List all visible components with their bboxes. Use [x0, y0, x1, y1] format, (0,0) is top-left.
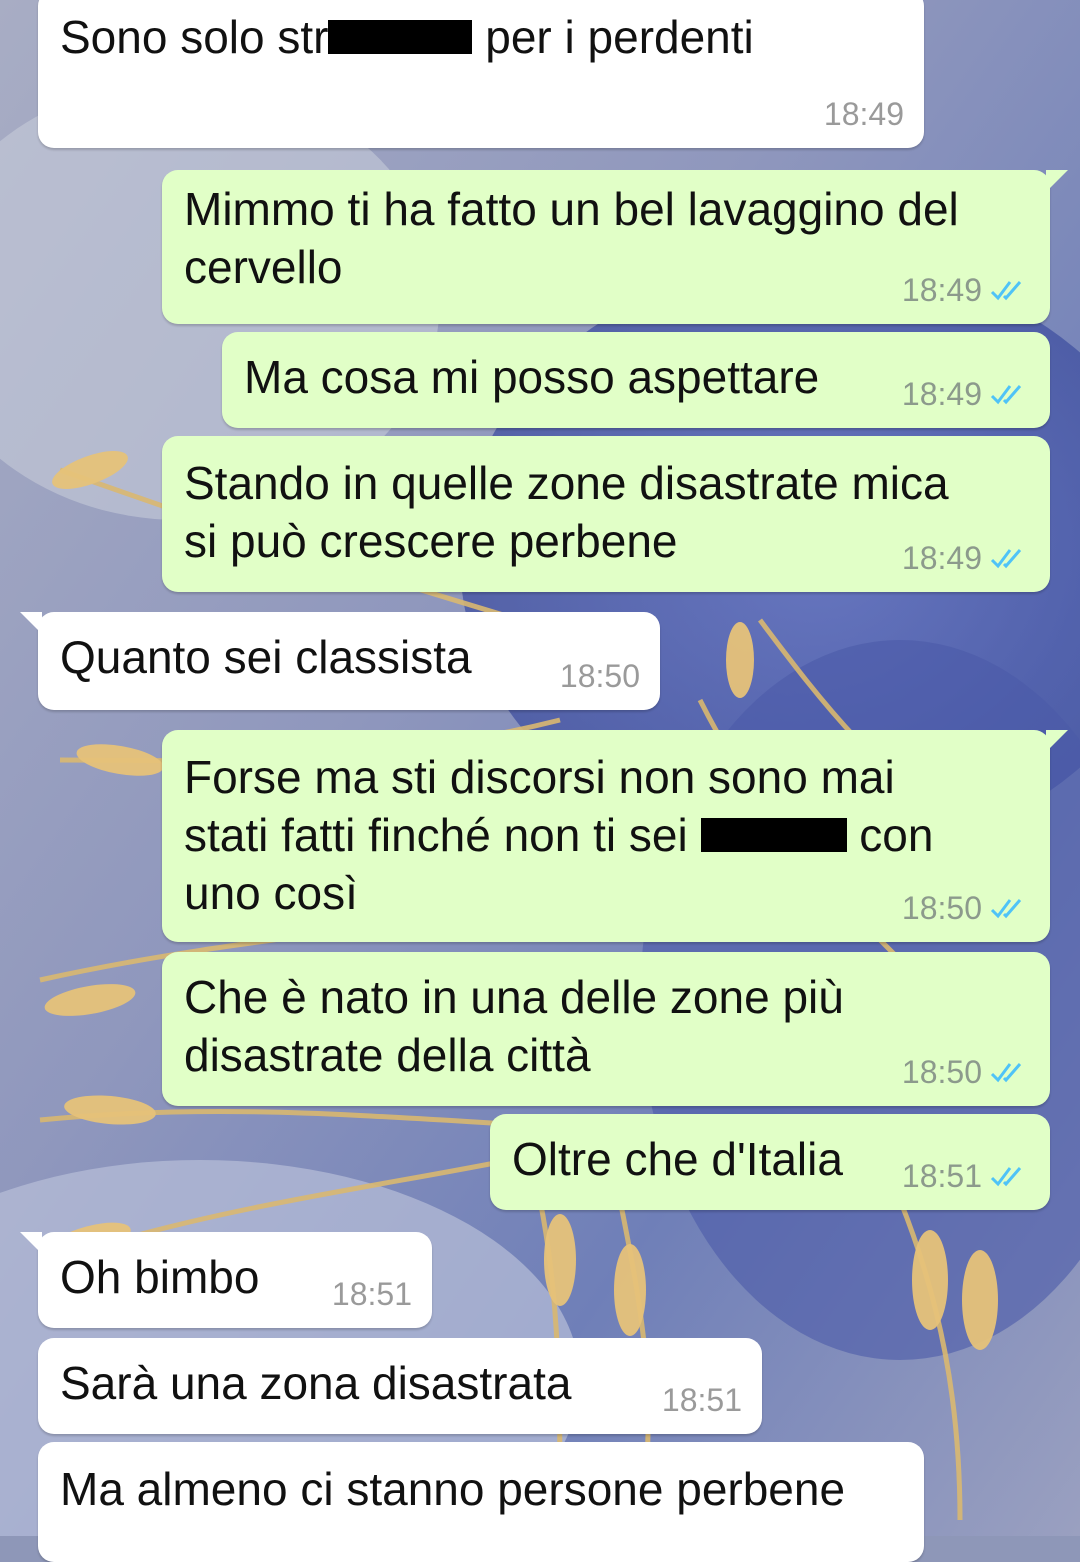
- message-incoming[interactable]: Sarà una zona disastrata 18:51: [38, 1338, 762, 1434]
- double-check-read-icon: [990, 899, 1022, 919]
- double-check-read-icon: [990, 1063, 1022, 1083]
- message-outgoing[interactable]: Mimmo ti ha fatto un bel lavaggino del ce…: [162, 170, 1068, 324]
- message-text: Sono solo str per i perdenti: [60, 11, 754, 63]
- message-timestamp: 18:50: [901, 1054, 982, 1090]
- message-timestamp: 18:49: [901, 272, 982, 308]
- message-timestamp: 18:51: [661, 1382, 742, 1418]
- message-text: Oltre che d'Italia: [512, 1133, 843, 1185]
- message-text: Sarà una zona disastrata: [60, 1357, 572, 1409]
- bubble-tail: [20, 612, 42, 634]
- bubble-tail: [1046, 730, 1068, 752]
- message-text: Ma almeno ci stanno persone perbene: [60, 1463, 846, 1515]
- message-list[interactable]: Sono solo str per i perdenti 18:49 Mimmo…: [0, 0, 1080, 1562]
- message-text: Che è nato in una delle zone più disastra…: [184, 971, 844, 1081]
- message-timestamp: 18:49: [901, 540, 982, 576]
- double-check-read-icon: [990, 549, 1022, 569]
- message-text: Oh bimbo: [60, 1251, 260, 1303]
- message-outgoing[interactable]: Che è nato in una delle zone più disastra…: [162, 952, 1050, 1106]
- message-meta: 18:50: [902, 1054, 1030, 1090]
- bubble-tail: [1046, 170, 1068, 192]
- message-incoming[interactable]: Oh bimbo 18:51: [20, 1232, 432, 1328]
- redaction-bar: [328, 19, 473, 54]
- message-outgoing[interactable]: Ma cosa mi posso aspettare 18:49: [222, 332, 1050, 428]
- message-meta: 18:49: [902, 540, 1030, 576]
- double-check-read-icon: [990, 1167, 1022, 1187]
- message-meta: 18:50: [902, 890, 1030, 926]
- message-text: Quanto sei classista: [60, 631, 472, 683]
- double-check-read-icon: [990, 281, 1022, 301]
- message-outgoing[interactable]: Stando in quelle zone disastrate mica si …: [162, 436, 1050, 592]
- message-incoming[interactable]: Quanto sei classista 18:50: [20, 612, 660, 710]
- message-incoming[interactable]: Sono solo str per i perdenti 18:49: [38, 0, 924, 148]
- message-meta: 18:51: [902, 1158, 1030, 1194]
- message-meta: 18:51: [662, 1382, 742, 1418]
- message-meta: 18:49: [824, 96, 904, 132]
- message-timestamp: 18:49: [823, 96, 904, 132]
- message-outgoing[interactable]: Oltre che d'Italia 18:51: [490, 1114, 1050, 1210]
- message-meta: 18:49: [902, 272, 1030, 308]
- message-text: Ma cosa mi posso aspettare: [244, 351, 820, 403]
- double-check-read-icon: [990, 385, 1022, 405]
- message-timestamp: 18:51: [331, 1276, 412, 1312]
- message-timestamp: 18:49: [901, 376, 982, 412]
- message-text: Forse ma sti discorsi non sono mai stati …: [184, 751, 934, 919]
- message-meta: 18:51: [332, 1276, 412, 1312]
- message-meta: 18:50: [560, 658, 640, 694]
- bubble-tail: [20, 1232, 42, 1254]
- message-text: Stando in quelle zone disastrate mica si …: [184, 457, 949, 567]
- message-text: Mimmo ti ha fatto un bel lavaggino del ce…: [184, 183, 959, 293]
- message-incoming[interactable]: Ma almeno ci stanno persone perbene: [38, 1442, 924, 1562]
- message-timestamp: 18:50: [559, 658, 640, 694]
- redaction-bar: [700, 817, 847, 852]
- message-meta: 18:49: [902, 376, 1030, 412]
- message-timestamp: 18:51: [901, 1158, 982, 1194]
- message-outgoing[interactable]: Forse ma sti discorsi non sono mai stati …: [162, 730, 1068, 942]
- message-timestamp: 18:50: [901, 890, 982, 926]
